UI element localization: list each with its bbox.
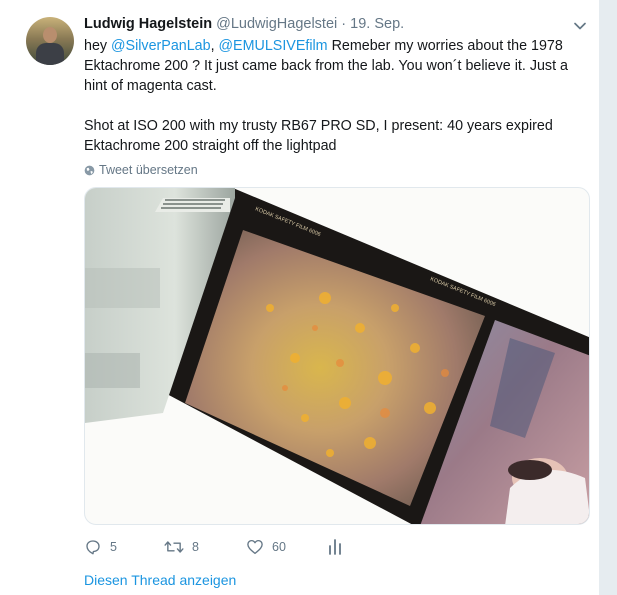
tweet-header: Ludwig Hagelstein @LudwigHagelstei · 19.… xyxy=(84,15,404,33)
tweet-photo[interactable]: KODAK SAFETY FILM 6006 KODAK SAFETY FILM… xyxy=(84,187,590,525)
reply-count: 5 xyxy=(110,540,117,554)
translate-tweet[interactable]: Tweet übersetzen xyxy=(84,162,198,178)
author-name[interactable]: Ludwig Hagelstein xyxy=(84,16,212,32)
text-prefix: hey xyxy=(84,38,112,54)
tweet-paragraph-1: hey @SilverPanLab, @EMULSIVEfilm Remeber… xyxy=(84,36,590,96)
tweet-actions: 5 8 60 xyxy=(84,538,384,562)
translate-label[interactable]: Tweet übersetzen xyxy=(99,162,198,178)
text-comma: , xyxy=(210,38,219,54)
film-strip: KODAK SAFETY FILM 6006 KODAK SAFETY FILM… xyxy=(165,188,589,524)
analytics-action[interactable] xyxy=(327,538,343,556)
avatar[interactable] xyxy=(26,17,74,65)
tweet-paragraph-2: Shot at ISO 200 with my trusty RB67 PRO … xyxy=(84,118,553,154)
tweet-card[interactable]: Ludwig Hagelstein @LudwigHagelstei · 19.… xyxy=(0,0,600,595)
header-separator: · xyxy=(341,16,347,32)
like-count: 60 xyxy=(272,540,286,554)
heart-icon xyxy=(247,539,263,555)
film-photo: KODAK SAFETY FILM 6006 KODAK SAFETY FILM… xyxy=(85,188,589,524)
tweet-text: hey @SilverPanLab, @EMULSIVEfilm Remeber… xyxy=(84,36,590,156)
mention-emulsivefilm[interactable]: @EMULSIVEfilm xyxy=(219,38,328,54)
tweet-date[interactable]: 19. Sep. xyxy=(350,16,404,32)
mention-silverpanlab[interactable]: @SilverPanLab xyxy=(111,38,211,54)
chevron-down-icon[interactable] xyxy=(572,18,588,34)
reply-action[interactable]: 5 xyxy=(84,538,117,556)
retweet-action[interactable]: 8 xyxy=(164,538,199,556)
analytics-icon xyxy=(329,539,341,555)
show-thread-link[interactable]: Diesen Thread anzeigen xyxy=(84,571,236,589)
globe-icon xyxy=(84,165,95,175)
avatar-head xyxy=(43,27,57,43)
retweet-icon xyxy=(164,541,184,553)
reply-icon xyxy=(86,540,100,555)
avatar-body xyxy=(36,43,64,65)
like-action[interactable]: 60 xyxy=(246,538,286,556)
retweet-count: 8 xyxy=(192,540,199,554)
author-handle[interactable]: @LudwigHagelstei xyxy=(216,16,337,32)
